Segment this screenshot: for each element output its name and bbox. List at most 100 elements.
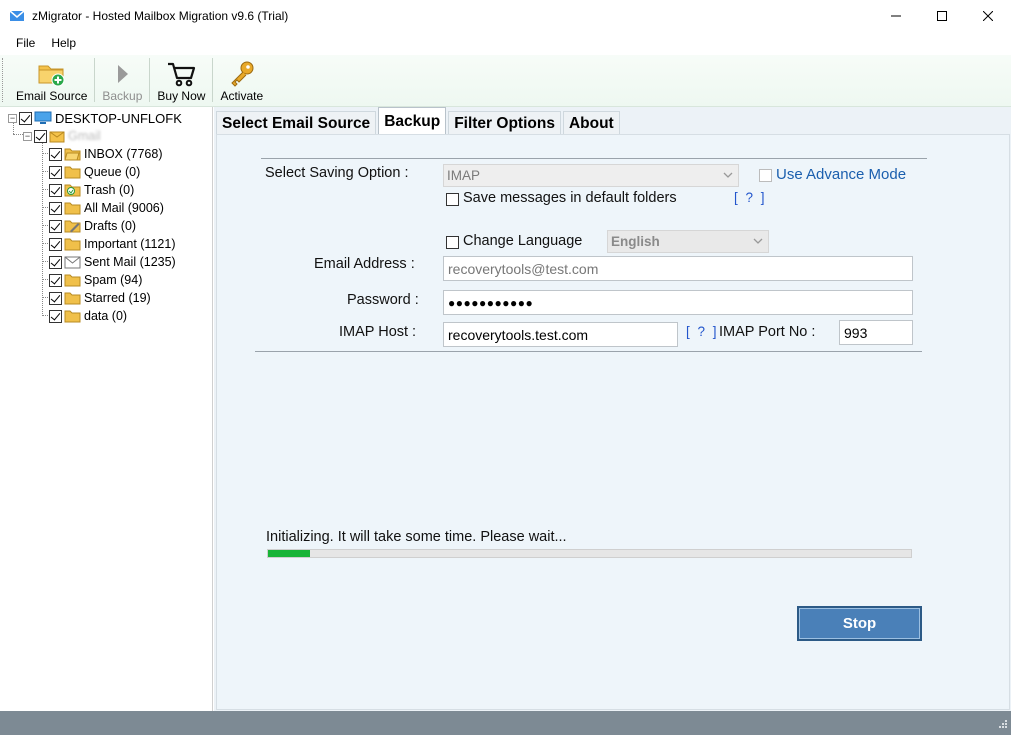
tree-folder-data[interactable]: data (0) [49,307,127,325]
tab-strip: Select Email Source Backup Filter Option… [214,107,620,135]
menu-bar: File Help [0,31,1011,55]
toolbar-separator [212,58,214,102]
tree-account[interactable]: − Gmail [23,127,101,145]
tree-checkbox[interactable] [49,183,62,197]
tree-folder-queue[interactable]: Queue (0) [49,163,140,181]
menu-help[interactable]: Help [43,36,84,50]
tree-checkbox[interactable] [49,255,62,269]
progress-status-text: Initializing. It will take some time. Pl… [266,529,567,545]
chevron-down-icon [752,235,764,250]
folder-icon [64,201,81,215]
email-source-label: Email Source [16,89,88,103]
imap-help-link[interactable]: [ ? ] [686,324,719,339]
tree-folder-label: Spam (94) [84,273,143,287]
imap-port-field[interactable]: 993 [839,320,913,345]
folder-icon [64,291,81,305]
tree-checkbox[interactable] [49,147,62,161]
tree-folder-important[interactable]: Important (1121) [49,235,175,253]
collapse-icon[interactable]: − [8,113,17,123]
tree-folder-all-mail[interactable]: All Mail (9006) [49,199,164,217]
window-title: zMigrator - Hosted Mailbox Migration v9.… [32,8,289,23]
tree-checkbox[interactable] [49,291,62,305]
menu-file[interactable]: File [8,36,43,50]
tree-folder-label: All Mail (9006) [84,201,164,215]
backup-panel: Select Saving Option : IMAP Use Advance … [216,134,1010,710]
divider [261,158,927,159]
status-bar [0,711,1011,735]
progress-fill [268,550,310,557]
tab-about[interactable]: About [562,111,620,135]
tree-checkbox[interactable] [49,237,62,251]
title-bar: zMigrator - Hosted Mailbox Migration v9.… [0,0,1011,31]
tab-backup[interactable]: Backup [378,107,447,135]
saving-option-select[interactable]: IMAP [443,164,739,187]
advance-mode-checkbox[interactable] [759,169,772,182]
saving-option-label: Select Saving Option : [265,165,409,181]
maximize-button[interactable] [919,0,965,31]
minimize-button[interactable] [873,0,919,31]
tree-folder-trash[interactable]: Trash (0) [49,181,134,199]
tree-checkbox[interactable] [49,165,62,179]
help-link[interactable]: [ ? ] [734,190,767,205]
resize-grip-icon[interactable] [998,717,1008,732]
email-address-label: Email Address : [314,256,415,272]
advance-mode-label[interactable]: Use Advance Mode [776,166,906,183]
tree-folder-spam[interactable]: Spam (94) [49,271,142,289]
main-panel: Select Email Source Backup Filter Option… [214,107,1011,711]
tree-folder-label: Sent Mail (1235) [84,255,176,269]
cart-icon [166,59,196,89]
progress-bar [267,549,912,558]
close-button[interactable] [965,0,1011,31]
tree-account-label: Gmail [68,129,101,143]
folder-icon [64,165,81,179]
activate-label: Activate [220,89,264,103]
toolbar: Email Source Backup Buy Now Activate [0,55,1011,107]
email-address-field[interactable]: recoverytools@test.com [443,256,913,281]
tree-checkbox[interactable] [49,219,62,233]
stop-button[interactable]: Stop [797,606,922,641]
language-value: English [611,234,660,249]
tree-checkbox[interactable] [49,201,62,215]
toolbar-grip [2,58,6,102]
folder-icon [64,273,81,287]
tree-folder-label: INBOX (7768) [84,147,163,161]
backup-label: Backup [102,89,143,103]
backup-button[interactable]: Backup [98,56,146,106]
buy-now-button[interactable]: Buy Now [153,56,209,106]
folder-tree: − DESKTOP-UNFLOFK − Gmail INBOX (7768) Q… [0,107,213,711]
tree-folder-inbox[interactable]: INBOX (7768) [49,145,163,163]
sent-folder-icon [64,255,81,269]
key-icon [227,59,257,89]
tree-folder-drafts[interactable]: Drafts (0) [49,217,136,235]
save-default-folders-checkbox[interactable] [446,193,459,206]
activate-button[interactable]: Activate [216,56,267,106]
chevron-down-icon [722,169,734,184]
folder-icon [64,309,81,323]
close-icon [983,10,993,21]
mailbox-icon [49,129,65,143]
password-field[interactable]: ●●●●●●●●●●● [443,290,913,315]
saving-option-value: IMAP [447,168,481,183]
save-default-folders-label: Save messages in default folders [463,190,677,206]
change-language-checkbox[interactable] [446,236,459,249]
tree-checkbox[interactable] [49,309,62,323]
tree-checkbox[interactable] [19,111,32,125]
tree-folder-label: Important (1121) [84,237,176,251]
imap-host-label: IMAP Host : [339,324,417,340]
tree-checkbox[interactable] [49,273,62,287]
tree-folder-sent-mail[interactable]: Sent Mail (1235) [49,253,176,271]
divider [255,351,922,352]
imap-host-field[interactable]: recoverytools.test.com [443,322,678,347]
password-label: Password : [347,292,419,308]
tree-checkbox[interactable] [34,129,47,143]
tree-folder-starred[interactable]: Starred (19) [49,289,151,307]
email-source-button[interactable]: Email Source [12,56,91,106]
tree-root[interactable]: − DESKTOP-UNFLOFK [8,109,182,127]
tree-folder-label: data (0) [84,309,128,323]
tree-folder-label: Starred (19) [84,291,151,305]
tab-select-email-source[interactable]: Select Email Source [216,111,377,135]
tab-filter-options[interactable]: Filter Options [448,111,561,135]
language-select[interactable]: English [607,230,769,253]
collapse-icon[interactable]: − [23,131,32,141]
folder-icon [64,147,81,161]
